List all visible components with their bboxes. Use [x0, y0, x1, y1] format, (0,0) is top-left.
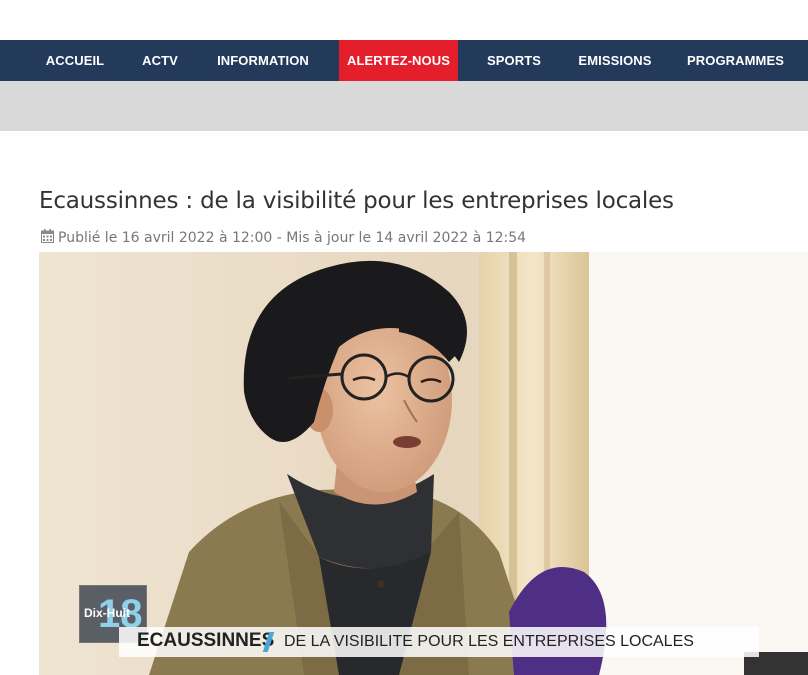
article-meta: Publié le 16 avril 2022 à 12:00 - Mis à …	[41, 229, 526, 247]
main-navigation: ACCUEIL ACTV INFORMATION ALERTEZ-NOUS SP…	[0, 40, 808, 81]
banner-placeholder	[0, 81, 808, 131]
interview-image	[39, 252, 808, 675]
nav-item-accueil[interactable]: ACCUEIL	[34, 40, 116, 81]
nav-item-programmes[interactable]: PROGRAMMES	[678, 40, 793, 81]
article-video-thumbnail[interactable]: 18 Dix-Huit ECAUSSINNES DE LA VISIBILITE…	[39, 252, 808, 675]
article-title: Ecaussinnes : de la visibilité pour les …	[39, 188, 674, 214]
nav-item-information[interactable]: INFORMATION	[205, 40, 321, 81]
publication-dates: Publié le 16 avril 2022 à 12:00 - Mis à …	[58, 230, 527, 246]
calendar-icon	[41, 229, 54, 247]
nav-item-actv[interactable]: ACTV	[130, 40, 190, 81]
nav-item-sports[interactable]: SPORTS	[475, 40, 553, 81]
nav-item-emissions[interactable]: EMISSIONS	[567, 40, 663, 81]
nav-item-alertez-nous[interactable]: ALERTEZ-NOUS	[339, 40, 458, 81]
top-white-bar	[0, 0, 808, 40]
